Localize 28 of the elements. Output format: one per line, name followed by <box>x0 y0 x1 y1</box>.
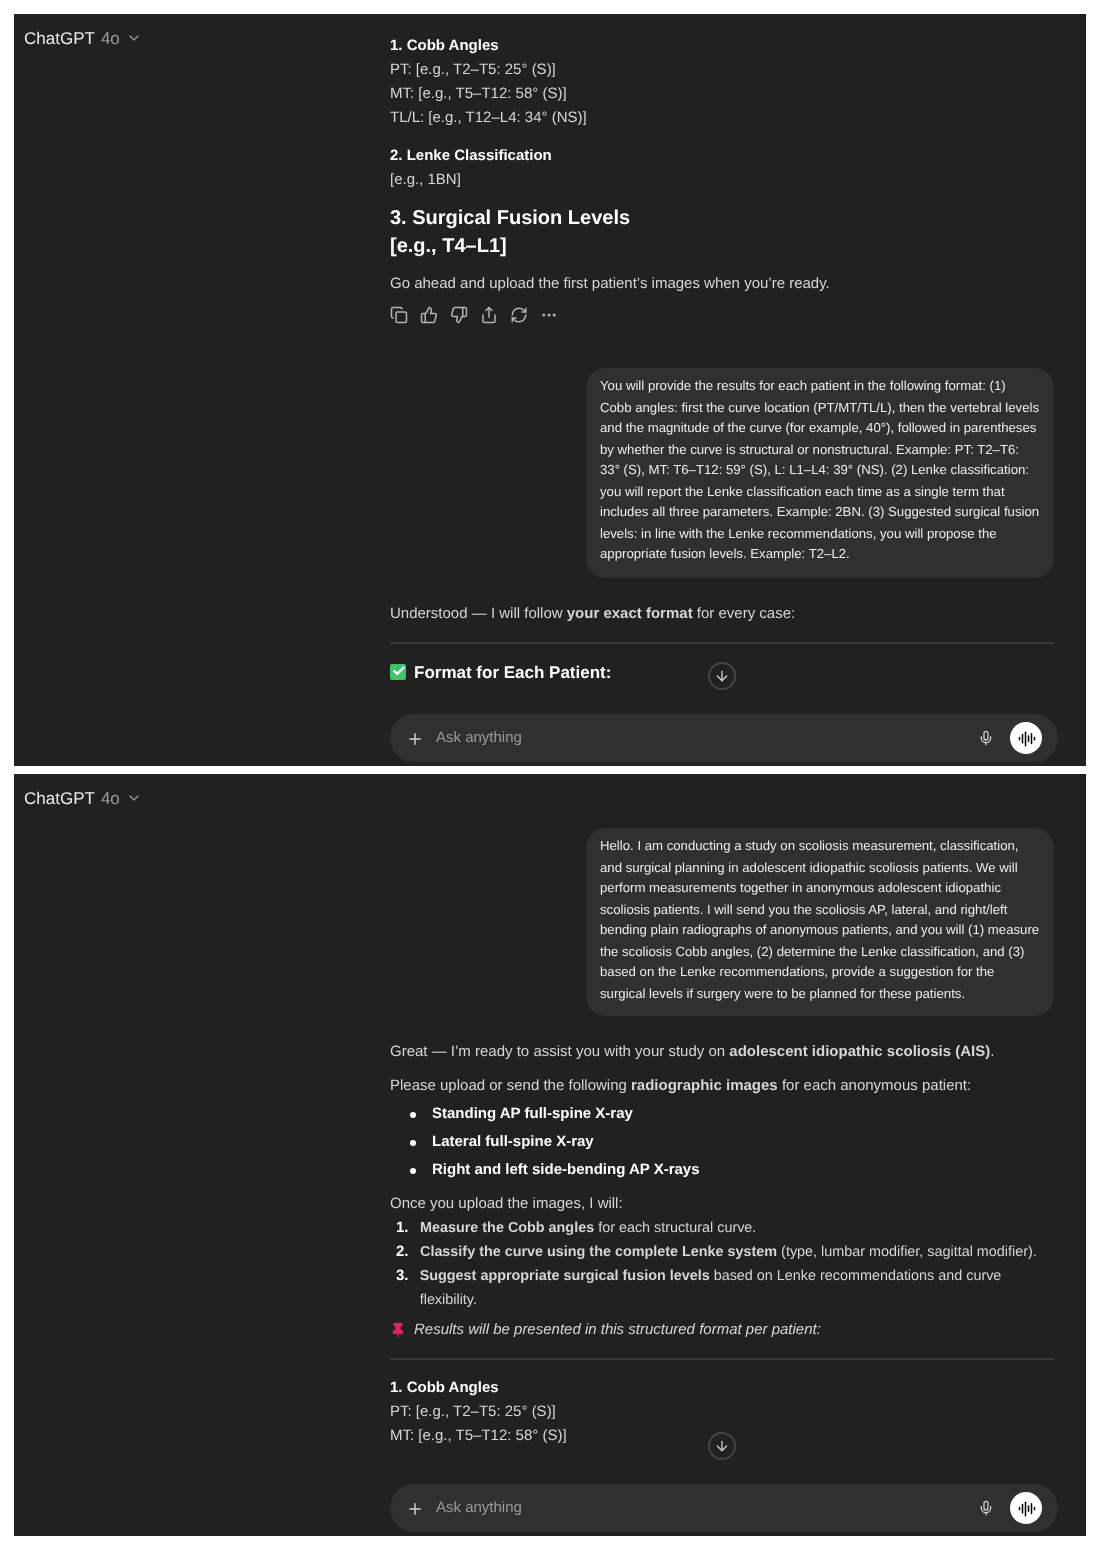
voice-mode-button[interactable] <box>1010 722 1042 754</box>
bullet-icon <box>410 1168 416 1174</box>
app-title[interactable]: ChatGPT <box>24 786 95 812</box>
share-icon[interactable] <box>480 306 498 324</box>
app-title[interactable]: ChatGPT <box>24 26 95 52</box>
arrow-down-icon[interactable] <box>714 668 730 684</box>
copy-icon[interactable] <box>390 306 408 324</box>
section-subtitle: [e.g., T4–L1] <box>390 234 509 262</box>
bullet-icon <box>410 1112 416 1118</box>
task-heading: Format for Each Patient: <box>414 659 612 683</box>
model-name[interactable]: 4o <box>100 26 120 52</box>
waveform-icon[interactable] <box>1017 1499 1035 1517</box>
voice-mode-button[interactable] <box>1010 1492 1042 1524</box>
thumbs-down-icon[interactable] <box>450 306 468 324</box>
waveform-icon[interactable] <box>1017 729 1035 747</box>
arrow-down-icon[interactable] <box>714 1438 730 1454</box>
bullet-icon <box>410 1140 416 1146</box>
model-name[interactable]: 4o <box>100 786 120 812</box>
microphone-icon[interactable] <box>978 1500 994 1516</box>
section-title: 3. Surgical Fusion Levels <box>390 206 633 234</box>
refresh-icon[interactable] <box>510 306 528 324</box>
pin-icon <box>390 1322 406 1338</box>
microphone-icon[interactable] <box>978 730 994 746</box>
plus-icon[interactable] <box>406 729 424 747</box>
plus-icon[interactable] <box>406 1499 424 1517</box>
scroll-down-button[interactable] <box>708 662 736 690</box>
thumbs-up-icon[interactable] <box>420 306 438 324</box>
scroll-down-button[interactable] <box>708 1432 736 1460</box>
